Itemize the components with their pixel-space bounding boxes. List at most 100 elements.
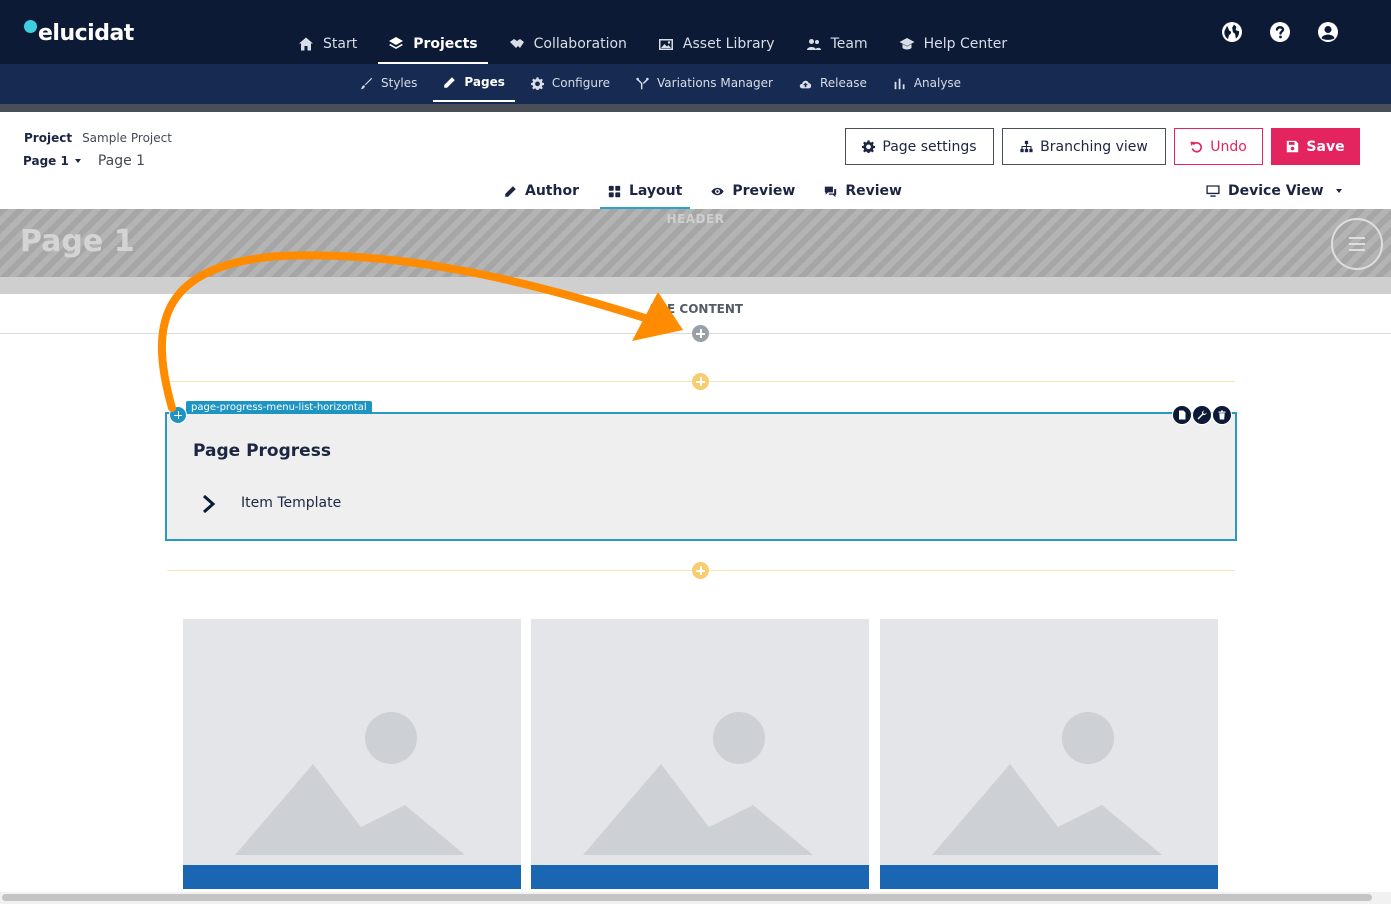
nav-team-label: Team xyxy=(830,36,868,52)
insert-component-button[interactable] xyxy=(692,562,709,579)
horizontal-scrollbar[interactable] xyxy=(0,892,1391,904)
subnav-configure-label: Configure xyxy=(551,76,611,90)
add-component-top-button[interactable] xyxy=(692,325,709,342)
gear-icon xyxy=(862,140,876,153)
tab-layout-label: Layout xyxy=(628,183,683,199)
tab-author[interactable]: Author xyxy=(496,179,587,210)
account-button[interactable] xyxy=(1316,20,1340,44)
logo-dot-icon xyxy=(24,19,37,33)
image-card[interactable] xyxy=(880,619,1218,889)
branch-icon xyxy=(636,77,649,89)
tab-review[interactable]: Review xyxy=(816,179,910,210)
branching-view-button[interactable]: Branching view xyxy=(1002,128,1166,165)
trash-icon xyxy=(1218,410,1226,420)
tab-layout[interactable]: Layout xyxy=(599,179,691,210)
image-card[interactable] xyxy=(531,619,869,889)
save-icon xyxy=(1287,140,1299,153)
elucidat-logo[interactable]: elucidat xyxy=(24,18,134,48)
subnav-variations-manager[interactable]: Variations Manager xyxy=(626,64,783,102)
chevron-right-icon[interactable] xyxy=(200,494,218,514)
subnav-configure[interactable]: Configure xyxy=(521,64,620,102)
save-button[interactable]: Save xyxy=(1271,128,1360,165)
tab-preview[interactable]: Preview xyxy=(703,179,803,210)
help-icon xyxy=(1270,22,1290,42)
subnav-styles-label: Styles xyxy=(381,76,418,90)
cloud-upload-icon xyxy=(799,80,812,88)
subnav-release[interactable]: Release xyxy=(789,64,877,102)
subnav-styles[interactable]: Styles xyxy=(350,64,427,102)
header-bottom-strip xyxy=(0,277,1391,294)
insert-component-button[interactable] xyxy=(692,373,709,390)
nav-collaboration-label: Collaboration xyxy=(533,36,627,52)
nav-start-label: Start xyxy=(323,36,358,52)
nav-asset-library[interactable]: Asset Library xyxy=(648,26,785,64)
undo-icon xyxy=(1190,141,1203,153)
subnav-pages[interactable]: Pages xyxy=(433,64,515,102)
page-toolbar: Project Sample Project Page 1 Page 1 Pag… xyxy=(0,112,1391,210)
hamburger-icon-line xyxy=(1349,243,1365,245)
component-title: Page Progress xyxy=(193,441,331,461)
grid-icon xyxy=(608,185,621,198)
branching-view-label: Branching view xyxy=(1040,138,1148,155)
subnav-pages-label: Pages xyxy=(464,75,505,89)
device-view-dropdown[interactable]: Device View xyxy=(1206,183,1342,199)
help-button[interactable] xyxy=(1268,20,1292,44)
copy-icon xyxy=(1179,410,1186,420)
nav-projects[interactable]: Projects xyxy=(378,26,488,64)
component-tag[interactable]: page-progress-menu-list-horizontal xyxy=(186,401,372,414)
page-breadcrumb: Page 1 Page 1 xyxy=(23,153,145,169)
chevron-down-icon[interactable] xyxy=(74,159,81,163)
sub-nav: Styles Pages Configure Variations Manage… xyxy=(0,64,1391,104)
subnav-analyse-label: Analyse xyxy=(913,76,962,90)
home-icon xyxy=(299,37,313,51)
nav-team[interactable]: Team xyxy=(796,26,878,64)
sitemap-icon xyxy=(1020,140,1033,153)
page-name: Page 1 xyxy=(97,153,146,169)
move-component-handle[interactable] xyxy=(169,406,187,424)
mode-tabs: Author Layout Preview Review xyxy=(496,179,923,210)
bar-chart-icon xyxy=(894,78,905,89)
page-settings-label: Page settings xyxy=(882,138,977,155)
nav-help-center-label: Help Center xyxy=(923,36,1008,52)
subnav-analyse[interactable]: Analyse xyxy=(883,64,971,102)
main-nav: Start Projects Collaboration Asset Libra… xyxy=(288,26,1028,64)
user-account-icon xyxy=(1318,22,1338,42)
page-selector[interactable]: Page 1 xyxy=(23,154,69,168)
page-settings-button[interactable]: Page settings xyxy=(845,128,994,165)
undo-button[interactable]: Undo xyxy=(1174,128,1263,165)
desktop-icon xyxy=(1206,185,1220,197)
subnav-variations-label: Variations Manager xyxy=(657,76,773,90)
page-title: Page 1 xyxy=(20,224,135,259)
edit-component-button[interactable] xyxy=(1192,405,1212,425)
top-bar: elucidat Start Projects Collaboration As… xyxy=(0,0,1391,64)
page-progress-component[interactable] xyxy=(165,412,1237,541)
comments-icon xyxy=(825,186,837,198)
duplicate-component-button[interactable] xyxy=(1172,405,1192,425)
tab-review-label: Review xyxy=(845,183,902,199)
wrench-icon xyxy=(1197,410,1207,420)
nav-start[interactable]: Start xyxy=(288,26,367,64)
handshake-icon xyxy=(509,39,524,48)
project-name[interactable]: Sample Project xyxy=(82,131,172,145)
nav-divider xyxy=(0,104,1391,112)
image-card[interactable] xyxy=(183,619,521,889)
page-content-label: AGE CONTENT xyxy=(647,302,744,316)
nav-projects-label: Projects xyxy=(413,36,478,52)
delete-component-button[interactable] xyxy=(1212,405,1232,425)
card-footer-bar xyxy=(880,865,1218,889)
menu-button[interactable] xyxy=(1331,218,1383,270)
nav-help-center[interactable]: Help Center xyxy=(889,26,1018,64)
nav-collaboration[interactable]: Collaboration xyxy=(499,26,637,64)
image-placeholder-icon xyxy=(235,712,465,855)
device-view-label: Device View xyxy=(1228,183,1324,199)
item-template-label: Item Template xyxy=(241,495,342,511)
header-label: HEADER xyxy=(666,212,725,226)
layers-icon xyxy=(389,37,404,49)
image-placeholder-icon xyxy=(583,712,813,855)
scrollbar-thumb[interactable] xyxy=(2,894,1372,901)
globe-button[interactable] xyxy=(1220,20,1244,44)
card-footer-bar xyxy=(183,865,521,889)
project-breadcrumb: Project Sample Project xyxy=(24,131,172,145)
users-icon xyxy=(806,39,821,50)
logo-text: elucidat xyxy=(38,20,134,46)
